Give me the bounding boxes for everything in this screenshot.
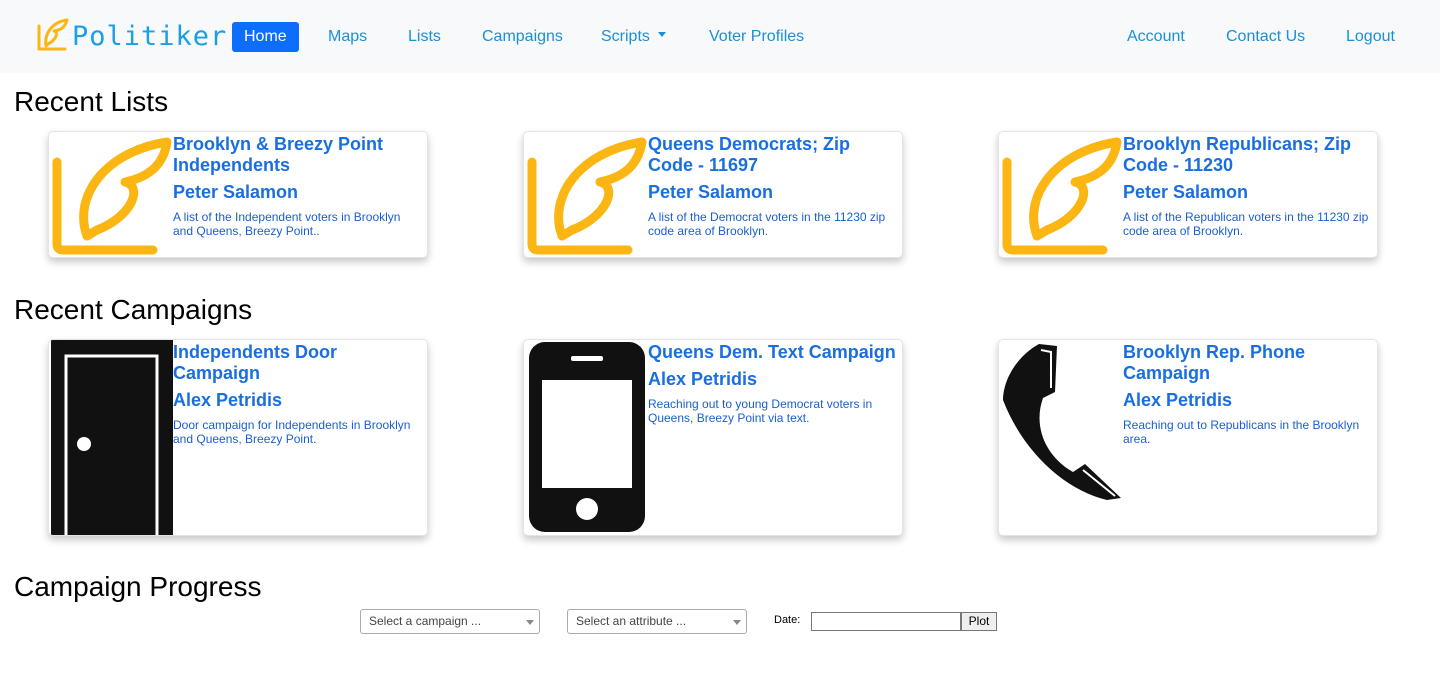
campaign-card[interactable]: Independents Door Campaign Alex Petridis…: [48, 339, 428, 536]
nav-logout[interactable]: Logout: [1346, 22, 1395, 52]
telephone-handset-icon: [999, 340, 1123, 535]
list-card[interactable]: Brooklyn Republicans; Zip Code - 11230 P…: [998, 131, 1378, 258]
door-icon: [49, 340, 173, 535]
list-card[interactable]: Queens Democrats; Zip Code - 11697 Peter…: [523, 131, 903, 258]
list-description: A list of the Independent voters in Broo…: [173, 210, 401, 238]
list-title[interactable]: Brooklyn Republicans; Zip Code - 11230: [1123, 134, 1371, 176]
nav-lists[interactable]: Lists: [408, 22, 441, 52]
campaign-description: Reaching out to Republicans in the Brook…: [1123, 418, 1360, 446]
nav-voter-profiles[interactable]: Voter Profiles: [709, 22, 804, 52]
caret-down-icon: [657, 32, 666, 38]
campaign-author: Alex Petridis: [648, 369, 758, 389]
brand-logo[interactable]: Politiker: [34, 16, 227, 56]
date-label: Date:: [774, 614, 801, 626]
campaign-description: Reaching out to young Democrat voters in…: [648, 397, 873, 425]
mobile-phone-icon: [524, 340, 648, 535]
campaign-author: Alex Petridis: [1123, 390, 1233, 410]
campaign-card[interactable]: Queens Dem. Text Campaign Alex Petridis …: [523, 339, 903, 536]
list-author: Peter Salamon: [173, 182, 299, 202]
list-title[interactable]: Queens Democrats; Zip Code - 11697: [648, 134, 896, 176]
nav-home[interactable]: Home: [232, 22, 299, 52]
campaign-title[interactable]: Queens Dem. Text Campaign: [648, 342, 896, 363]
quill-icon: [34, 16, 70, 57]
nav-campaigns[interactable]: Campaigns: [482, 22, 563, 52]
nav-account[interactable]: Account: [1127, 22, 1185, 52]
nav-scripts-label: Scripts: [601, 28, 650, 45]
campaign-author: Alex Petridis: [173, 390, 283, 410]
recent-lists-heading: Recent Lists: [14, 86, 169, 117]
attribute-select[interactable]: Select an attribute ...: [567, 609, 747, 634]
campaign-title[interactable]: Independents Door Campaign: [173, 342, 421, 384]
nav-contact-us[interactable]: Contact Us: [1226, 22, 1305, 52]
quill-icon: [49, 132, 173, 257]
plot-button[interactable]: Plot: [961, 612, 997, 631]
brand-name: Politiker: [72, 20, 228, 52]
list-description: A list of the Republican voters in the 1…: [1123, 210, 1369, 238]
list-author: Peter Salamon: [1123, 182, 1249, 202]
campaign-title[interactable]: Brooklyn Rep. Phone Campaign: [1123, 342, 1371, 384]
navbar: Politiker Home Maps Lists Campaigns Scri…: [0, 0, 1440, 73]
nav-scripts-dropdown[interactable]: Scripts: [601, 22, 666, 52]
list-description: A list of the Democrat voters in the 112…: [648, 210, 886, 238]
quill-icon: [999, 132, 1123, 257]
quill-icon: [524, 132, 648, 257]
list-card[interactable]: Brooklyn & Breezy Point Independents Pet…: [48, 131, 428, 258]
campaign-select-value: Select a campaign ...: [369, 614, 482, 628]
dropdown-arrow-icon: [733, 620, 741, 625]
campaign-select[interactable]: Select a campaign ...: [360, 609, 540, 634]
campaign-card[interactable]: Brooklyn Rep. Phone Campaign Alex Petrid…: [998, 339, 1378, 536]
nav-maps[interactable]: Maps: [328, 22, 367, 52]
attribute-select-value: Select an attribute ...: [576, 614, 687, 628]
recent-campaigns-heading: Recent Campaigns: [14, 294, 253, 325]
campaign-description: Door campaign for Independents in Brookl…: [173, 418, 411, 446]
dropdown-arrow-icon: [526, 620, 534, 625]
list-title[interactable]: Brooklyn & Breezy Point Independents: [173, 134, 421, 176]
campaign-progress-heading: Campaign Progress: [14, 571, 262, 602]
date-input[interactable]: [811, 612, 961, 631]
list-author: Peter Salamon: [648, 182, 774, 202]
